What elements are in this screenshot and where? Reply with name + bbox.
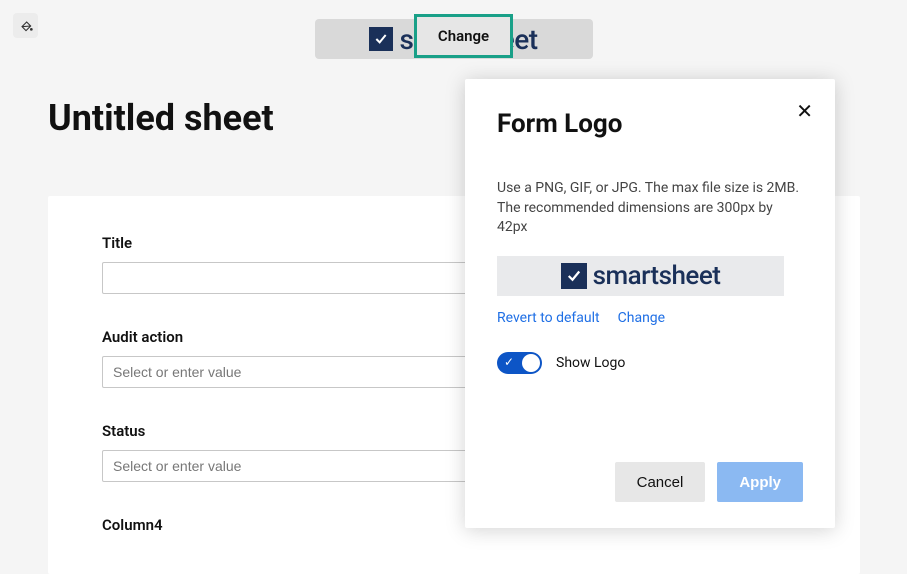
brand-mark-icon [561,263,587,289]
close-icon[interactable]: ✕ [796,101,813,121]
form-logo-panel: ✕ Form Logo Use a PNG, GIF, or JPG. The … [465,79,835,528]
panel-links: Revert to default Change [497,310,803,326]
panel-footer: Cancel Apply [497,462,803,502]
change-logo-link[interactable]: Change [618,310,665,326]
paint-bucket-icon [18,18,34,34]
change-logo-label: Change [438,27,489,45]
show-logo-toggle[interactable]: ✓ [497,352,542,374]
brand-logo: smartsheet [561,261,721,291]
change-logo-button-highlight[interactable]: Change [414,14,513,58]
toggle-knob [522,354,540,372]
page-title: Untitled sheet [48,97,274,139]
apply-button[interactable]: Apply [717,462,803,502]
panel-description: Use a PNG, GIF, or JPG. The max file siz… [497,179,803,238]
revert-default-link[interactable]: Revert to default [497,310,600,326]
theme-button[interactable] [13,13,38,38]
check-icon: ✓ [504,356,514,368]
show-logo-label: Show Logo [556,355,625,371]
logo-preview: smartsheet [497,256,784,296]
panel-title: Form Logo [497,109,803,139]
cancel-button[interactable]: Cancel [615,462,706,502]
brand-wordmark: smartsheet [593,261,721,291]
brand-mark-icon [369,27,393,51]
show-logo-row: ✓ Show Logo [497,352,803,374]
